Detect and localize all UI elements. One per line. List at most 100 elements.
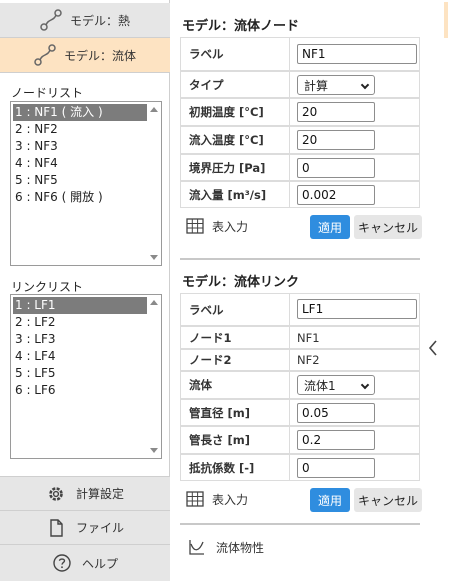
chevron-left-icon[interactable] — [427, 338, 439, 358]
settings-label: 計算設定 — [75, 487, 124, 501]
link-node2-row: ノード2 NF2 — [180, 349, 420, 371]
list-item[interactable]: 3 : NF3 — [13, 138, 147, 155]
node-list-scrollbar[interactable] — [148, 102, 161, 265]
node-listbox[interactable]: 1 : NF1 ( 流入 ) 2 : NF2 3 : NF3 4 : NF4 5… — [10, 101, 162, 266]
table-input-label: 表入力 — [212, 492, 249, 507]
link-actions: 表入力 適用 キャンセル — [180, 484, 422, 514]
help-label: ヘルプ — [81, 556, 118, 571]
link-length-row: 管長さ [m] — [180, 426, 420, 454]
resistance-input[interactable] — [297, 458, 375, 478]
list-item[interactable]: 1 : NF1 ( 流入 ) — [13, 104, 147, 121]
file-label: ファイル — [75, 521, 124, 535]
list-item[interactable]: 5 : LF5 — [13, 365, 147, 382]
network-icon — [34, 44, 56, 66]
curve-chart-icon — [189, 540, 204, 555]
mode-heat-button[interactable]: モデル：熱 — [0, 3, 170, 38]
field-label: ラベル — [189, 302, 224, 317]
scroll-down-icon[interactable] — [150, 255, 158, 260]
select-value: 計算 — [304, 78, 329, 93]
apply-button[interactable]: 適用 — [310, 215, 350, 239]
field-label: ノード1 — [189, 330, 232, 345]
mode-fluid-button[interactable]: モデル：流体 — [0, 38, 170, 73]
node2-value: NF2 — [297, 353, 320, 367]
list-item[interactable]: 6 : NF6 ( 開放 ) — [13, 189, 147, 206]
properties-panel: モデル：流体ノード ラベル タイプ 計算 初期温度 [°C] 流入温度 [°C]… — [176, 0, 424, 581]
link-label-input[interactable] — [297, 299, 417, 319]
link-list-items: 1 : LF1 2 : LF2 3 : LF3 4 : LF4 5 : LF5 … — [13, 297, 147, 399]
field-label: 抵抗係数 [-] — [189, 460, 255, 475]
node-init-temp-row: 初期温度 [°C] — [180, 98, 420, 126]
list-item[interactable]: 6 : LF6 — [13, 382, 147, 399]
node-type-row: タイプ 計算 — [180, 71, 420, 98]
list-item[interactable]: 4 : NF4 — [13, 155, 147, 172]
node-inflow-rate-row: 流入量 [m³/s] — [180, 181, 420, 208]
field-label: ラベル — [189, 47, 224, 61]
field-label: 流入量 [m³/s] — [189, 187, 267, 202]
fluid-select[interactable]: 流体1 — [297, 375, 375, 395]
node-list-title: ノードリスト — [11, 86, 84, 100]
node-list-items: 1 : NF1 ( 流入 ) 2 : NF2 3 : NF3 4 : NF4 5… — [13, 104, 147, 206]
field-label: ノード2 — [189, 353, 232, 367]
link-resistance-row: 抵抗係数 [-] — [180, 454, 420, 481]
cancel-button[interactable]: キャンセル — [354, 215, 422, 239]
file-icon — [50, 518, 63, 537]
diameter-input[interactable] — [297, 403, 375, 423]
fluid-properties-link[interactable]: 流体物性 — [188, 538, 264, 556]
link-list-title: リンクリスト — [11, 280, 84, 294]
scroll-up-icon[interactable] — [150, 107, 158, 112]
table-input-label: 表入力 — [212, 219, 249, 234]
network-icon — [40, 9, 62, 31]
fluid-properties-label: 流体物性 — [216, 540, 265, 555]
table-icon — [186, 491, 204, 507]
node-type-select[interactable]: 計算 — [297, 75, 375, 95]
select-value: 流体1 — [304, 378, 336, 393]
boundary-pressure-input[interactable] — [297, 158, 375, 178]
list-item[interactable]: 3 : LF3 — [13, 331, 147, 348]
scroll-down-icon[interactable] — [150, 448, 158, 453]
field-label: 流体 — [189, 378, 212, 392]
link-panel-title: モデル：流体リンク — [182, 275, 300, 290]
field-label: タイプ — [189, 77, 224, 92]
link-list-scrollbar[interactable] — [148, 295, 161, 458]
scroll-up-icon[interactable] — [150, 300, 158, 305]
node-label-row: ラベル — [180, 37, 420, 71]
divider — [180, 523, 420, 525]
node-label-input[interactable] — [297, 44, 417, 64]
link-label-row: ラベル — [180, 293, 420, 326]
link-listbox[interactable]: 1 : LF1 2 : LF2 3 : LF3 4 : LF4 5 : LF5 … — [10, 294, 162, 459]
field-label: 境界圧力 [Pa] — [189, 160, 266, 175]
list-item[interactable]: 2 : LF2 — [13, 314, 147, 331]
inflow-rate-input[interactable] — [297, 185, 375, 205]
list-item[interactable]: 2 : NF2 — [13, 121, 147, 138]
link-diameter-row: 管直径 [m] — [180, 399, 420, 426]
node1-value: NF1 — [297, 330, 320, 345]
list-item[interactable]: 1 : LF1 — [13, 297, 147, 314]
panel-scrollbar[interactable] — [444, 2, 448, 38]
node-panel-title: モデル：流体ノード — [182, 19, 300, 34]
table-input-link[interactable]: 表入力 — [186, 490, 248, 508]
help-icon — [53, 554, 71, 572]
link-fluid-row: 流体 流体1 — [180, 371, 420, 399]
init-temp-input[interactable] — [297, 102, 375, 122]
help-button[interactable]: ヘルプ — [0, 544, 170, 581]
left-sidebar: モデル：熱 モデル：流体 ノードリスト 1 : NF1 ( 流入 ) 2 : N… — [0, 0, 170, 581]
inflow-temp-input[interactable] — [297, 130, 375, 150]
length-input[interactable] — [297, 430, 375, 450]
apply-button[interactable]: 適用 — [310, 488, 350, 512]
table-input-link[interactable]: 表入力 — [186, 217, 248, 235]
settings-button[interactable]: 計算設定 — [0, 476, 170, 510]
cancel-button[interactable]: キャンセル — [354, 488, 422, 512]
field-label: 流入温度 [°C] — [189, 133, 264, 147]
list-item[interactable]: 5 : NF5 — [13, 172, 147, 189]
divider — [180, 258, 420, 260]
mode-heat-label: モデル：熱 — [69, 13, 130, 28]
gear-icon — [49, 486, 63, 501]
file-button[interactable]: ファイル — [0, 510, 170, 544]
field-label: 管直径 [m] — [189, 405, 250, 420]
table-icon — [186, 218, 204, 234]
list-item[interactable]: 4 : LF4 — [13, 348, 147, 365]
node-inflow-temp-row: 流入温度 [°C] — [180, 126, 420, 154]
chevron-down-icon — [360, 380, 370, 390]
node-boundary-pressure-row: 境界圧力 [Pa] — [180, 154, 420, 181]
link-node1-row: ノード1 NF1 — [180, 326, 420, 349]
